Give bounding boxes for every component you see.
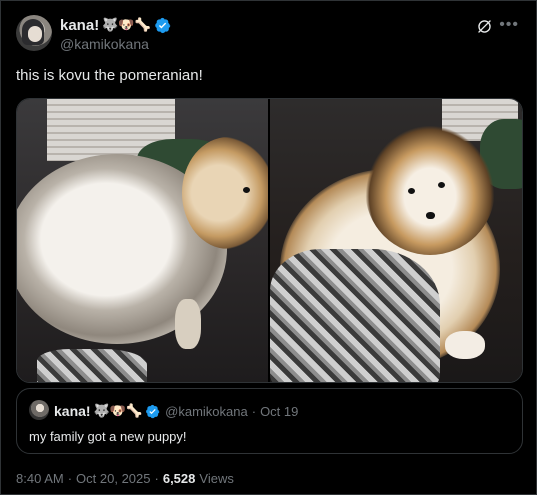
tweet-meta: 8:40 AM · Oct 20, 2025 · 6,528 Views (16, 471, 234, 486)
dog-head (182, 137, 268, 249)
views-label: Views (199, 471, 234, 486)
dog-head (365, 125, 495, 255)
author-names: kana! 🐺🐶🦴 @kamikokana (60, 16, 171, 52)
quote-header: kana! 🐺🐶🦴 @kamikokana · Oct 19 (54, 402, 298, 420)
blanket (270, 249, 440, 382)
quote-date: Oct 19 (260, 403, 299, 419)
dog-paw (445, 331, 485, 359)
views-count[interactable]: 6,528 (163, 471, 196, 486)
tweet-text: this is kovu the pomeranian! (16, 67, 203, 84)
quote-text: my family got a new puppy! (29, 429, 187, 444)
tweet-date[interactable]: Oct 20, 2025 (76, 471, 150, 486)
quote-handle: @kamikokana (165, 403, 248, 419)
dog-eye-left (408, 188, 415, 194)
tweet-time[interactable]: 8:40 AM (16, 471, 64, 486)
quote-dot: · (251, 403, 257, 419)
quote-display-name: kana! (54, 403, 91, 419)
dog-eye-right (438, 182, 445, 188)
media-grid (16, 98, 523, 383)
photo-2[interactable] (270, 99, 522, 382)
dog-nose (426, 212, 435, 219)
avatar[interactable] (16, 15, 52, 51)
verified-badge-icon (154, 17, 171, 33)
avatar-face (28, 26, 42, 42)
tweet-card: kana! 🐺🐶🦴 @kamikokana ••• this is kovu t… (0, 0, 537, 495)
dog-eye (243, 187, 250, 193)
quoted-tweet[interactable]: kana! 🐺🐶🦴 @kamikokana · Oct 19 my family… (16, 388, 523, 454)
grok-icon[interactable] (476, 18, 493, 35)
author-name-row[interactable]: kana! 🐺🐶🦴 (60, 16, 171, 34)
quote-avatar (29, 400, 49, 420)
tweet-header: kana! 🐺🐶🦴 @kamikokana ••• (16, 15, 521, 55)
blanket (37, 349, 147, 382)
author-emoji: 🐺🐶🦴 (102, 17, 151, 33)
more-icon[interactable]: ••• (499, 16, 519, 34)
meta-dot: · (154, 471, 159, 486)
dog-leg (175, 299, 201, 349)
author-handle[interactable]: @kamikokana (60, 36, 171, 52)
verified-badge-icon (146, 404, 160, 418)
author-display-name[interactable]: kana! (60, 17, 99, 34)
photo-1[interactable] (17, 99, 268, 382)
meta-dot: · (67, 471, 73, 486)
quote-emoji: 🐺🐶🦴 (93, 403, 143, 419)
